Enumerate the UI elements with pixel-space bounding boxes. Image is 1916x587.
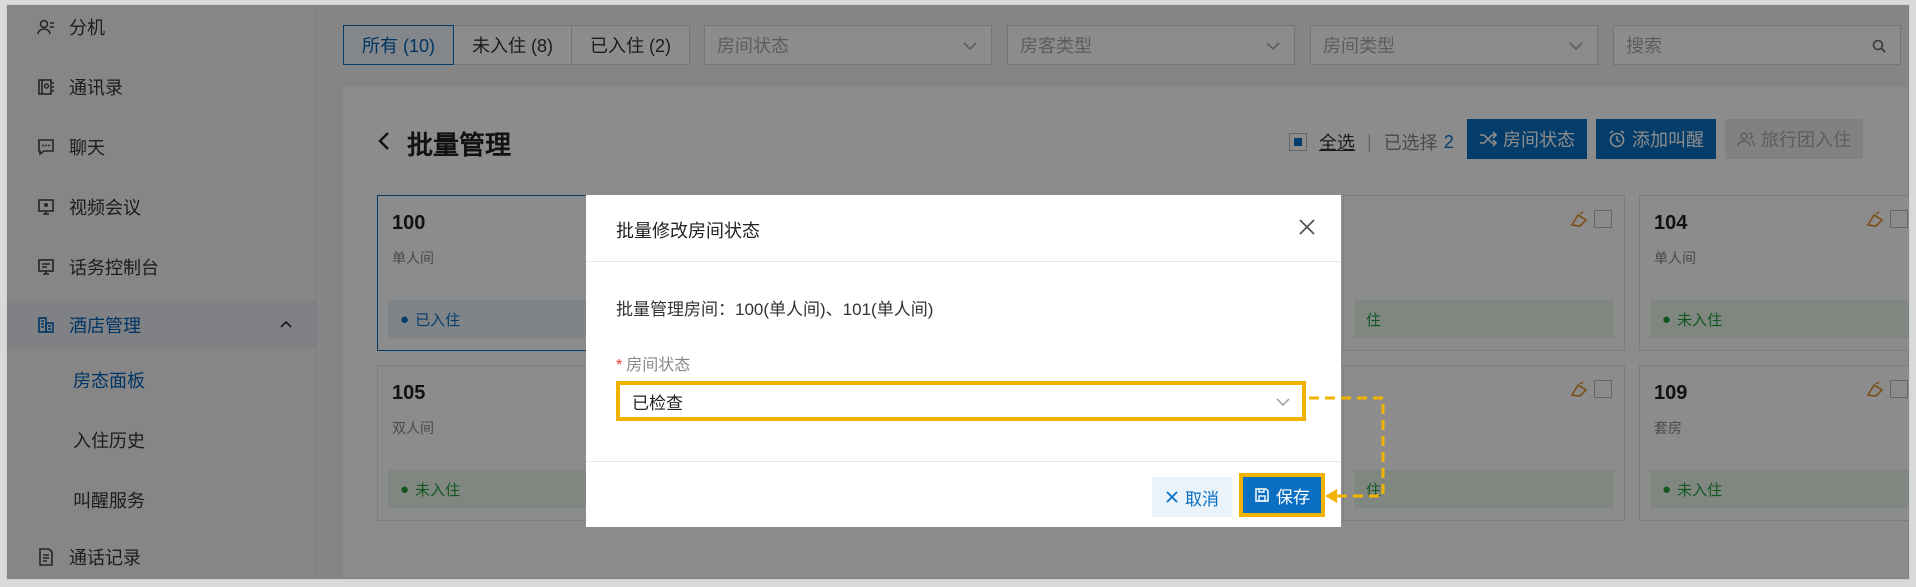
divider [586,261,1341,262]
cancel-label: 取消 [1185,489,1219,509]
batch-rooms-info: 批量管理房间：100(单人间)、101(单人间) [616,300,934,319]
cancel-button[interactable]: 取消 [1152,477,1232,517]
close-icon[interactable] [1297,217,1317,237]
required-marker: * [616,357,623,374]
field-label-text: 房间状态 [626,357,691,374]
app-window: 分机 通讯录 聊天 视频会议 话务控制台 酒店管理 房态面板 入住历史 叫醒服务… [6,4,1910,580]
chevron-down-icon [1276,398,1290,407]
save-label: 保存 [1276,487,1310,507]
room-status-select[interactable]: 已检查 [616,381,1306,421]
divider [586,461,1341,462]
room-status-field-label: * 房间状态 [616,351,690,375]
dialog-title: 批量修改房间状态 [616,221,760,241]
save-button[interactable]: 保存 [1239,473,1325,517]
batch-edit-room-status-dialog: 批量修改房间状态 批量管理房间：100(单人间)、101(单人间) * 房间状态 … [586,195,1341,527]
close-icon [1166,491,1178,503]
save-disk-icon [1255,488,1269,502]
room-status-select-value: 已检查 [632,393,683,413]
